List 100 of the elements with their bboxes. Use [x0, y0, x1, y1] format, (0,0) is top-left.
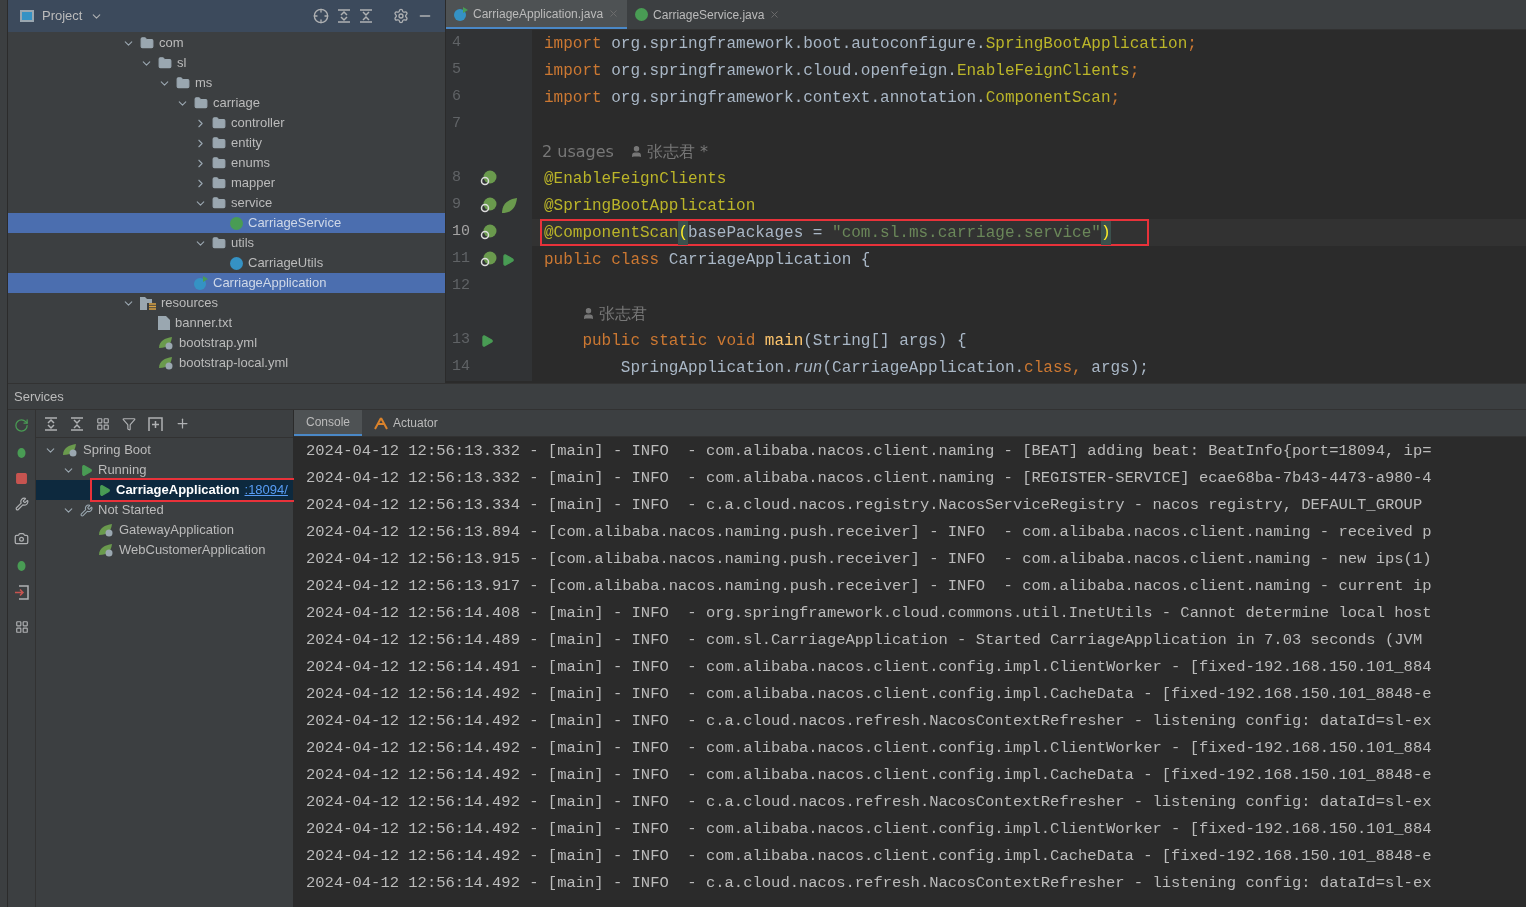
group-icon[interactable] [96, 416, 110, 431]
log-line: 2024-04-12 12:56:14.492 - [main] - INFO - com.alibaba.nacos.client.config.impl.CacheData - [fixed-192.168.150.101_8848-e [306, 765, 1432, 786]
leaf-icon [98, 523, 114, 537]
run-icon [98, 483, 111, 497]
console-tab[interactable]: Actuator [362, 410, 450, 436]
item-label: bootstrap-local.yml [179, 354, 289, 373]
tree-item[interactable]: sl [8, 53, 445, 73]
filter-icon[interactable] [122, 416, 136, 431]
tree-item[interactable]: CarriageApplication [8, 273, 445, 293]
folder-icon [212, 236, 226, 250]
tree-item[interactable]: bootstrap.yml [8, 333, 445, 353]
log-line: 2024-04-12 12:56:14.492 - [main] - INFO - com.alibaba.nacos.client.config.impl.ClientWorker - [fixed-192.168.150.101_884 [306, 819, 1432, 840]
wrench-icon[interactable] [14, 497, 29, 511]
log-line: 2024-04-12 12:56:13.894 - [com.alibaba.nacos.naming.push.receiver] - INFO - com.alibaba.nacos.client.naming - received p [306, 522, 1432, 543]
log-line: 2024-04-12 12:56:14.408 - [main] - INFO - org.springframework.cloud.commons.util.InetUtils - Cannot determine local host [306, 603, 1432, 624]
folder-icon [140, 36, 154, 50]
bean-icon[interactable] [480, 251, 497, 268]
resources-folder-icon [140, 296, 156, 310]
item-label: com [159, 34, 184, 53]
code-line: @SpringBootApplication [543, 195, 757, 217]
tree-item[interactable]: banner.txt [8, 313, 445, 333]
item-label: utils [231, 234, 255, 253]
run-icon[interactable] [480, 333, 494, 348]
panel-title[interactable]: Project [42, 6, 83, 26]
panel-title: Services [14, 387, 64, 406]
line-number: 10 [452, 222, 471, 243]
bean-icon[interactable] [480, 170, 497, 187]
tree-item[interactable]: mapper [8, 173, 445, 193]
layout-icon[interactable] [14, 620, 29, 634]
folder-icon [212, 156, 226, 170]
run-config-node[interactable]: GatewayApplication [98, 520, 240, 540]
item-label: banner.txt [175, 314, 233, 333]
run-config-node[interactable]: Running [62, 460, 153, 480]
bean-icon[interactable] [480, 197, 497, 214]
item-label: ms [195, 74, 213, 93]
port-link[interactable]: :18094/ [244, 480, 288, 500]
tree-item[interactable]: bootstrap-local.yml [8, 353, 445, 373]
tree-item[interactable]: CarriageService [8, 213, 445, 233]
class-icon [230, 256, 243, 270]
author-hint[interactable]: 张志君 [542, 301, 647, 326]
log-line: 2024-04-12 12:56:14.492 - [main] - INFO - c.a.cloud.nacos.refresh.NacosContextRefresher - listening config: dataId=sl-ex [306, 792, 1432, 813]
login-icon[interactable] [14, 585, 29, 600]
rerun-icon[interactable] [14, 418, 29, 433]
item-label: CarriageUtils [248, 254, 324, 273]
tree-item[interactable]: entity [8, 133, 445, 153]
tree-item[interactable]: carriage [8, 93, 445, 113]
collapse-all-icon[interactable] [359, 9, 373, 23]
document-icon [158, 316, 170, 330]
item-label: mapper [231, 174, 276, 193]
folder-icon [158, 56, 172, 70]
collapse-all-icon[interactable] [70, 416, 84, 431]
add-icon[interactable] [175, 416, 190, 431]
folder-icon [212, 116, 226, 130]
log-line: 2024-04-12 12:56:14.489 - [main] - INFO - com.sl.CarriageApplication - Started CarriageApplication in 7.03 seconds (JVM [306, 630, 1423, 651]
run-config-node[interactable]: Not Started [62, 500, 170, 520]
log-line: 2024-04-12 12:56:13.332 - [main] - INFO - com.alibaba.nacos.client.naming - [REGISTER-SERVICE] ecae68ba-7b43-4473-a980-4 [306, 468, 1432, 489]
tree-item[interactable]: service [8, 193, 445, 213]
panel-icon [20, 10, 34, 22]
editor-tab[interactable]: CarriageService.java [627, 0, 789, 29]
close-icon[interactable] [769, 9, 781, 20]
code-line: @EnableFeignClients [543, 168, 728, 190]
run-config-node[interactable]: WebCustomerApplication [98, 540, 272, 560]
bean-icon[interactable] [480, 224, 497, 241]
tree-item[interactable]: resources [8, 293, 445, 313]
tree-item[interactable]: utils [8, 233, 445, 253]
log-line: 2024-04-12 12:56:13.332 - [main] - INFO - com.alibaba.nacos.client.naming - [BEAT] adding beat: BeatInfo{port=18094, ip= [306, 441, 1432, 462]
folder-icon [212, 176, 226, 190]
console-tab[interactable]: Console [294, 410, 363, 436]
new-tab-icon[interactable] [148, 416, 163, 431]
run-icon [80, 463, 93, 477]
expand-all-icon[interactable] [337, 9, 351, 23]
item-label: carriage [213, 94, 260, 113]
log-line: 2024-04-12 12:56:14.492 - [main] - INFO - com.alibaba.nacos.client.config.impl.CacheData - [fixed-192.168.150.101_8848-e [306, 846, 1432, 867]
usages-hint[interactable]: 2 usages [542, 139, 614, 164]
item-label: CarriageApplication [213, 274, 327, 293]
stop-icon[interactable] [15, 472, 28, 485]
log-line: 2024-04-12 12:56:14.492 - [main] - INFO - c.a.cloud.nacos.refresh.NacosContextRefresher - listening config: dataId=sl-ex [306, 873, 1432, 894]
run-config-node[interactable]: Spring Boot [44, 440, 157, 460]
log-line: 2024-04-12 12:56:13.915 - [com.alibaba.nacos.naming.push.receiver] - INFO - com.alibaba.nacos.client.naming - new ips(1) [306, 549, 1432, 570]
code-line: import org.springframework.context.annotation.ComponentScan; [543, 87, 1122, 109]
leaf-icon[interactable] [501, 197, 518, 214]
editor-tab[interactable]: CarriageApplication.java [446, 0, 628, 29]
run-icon[interactable] [501, 252, 515, 267]
settings-icon[interactable] [393, 8, 409, 24]
tree-item[interactable]: ms [8, 73, 445, 93]
log-line: 2024-04-12 12:56:14.492 - [main] - INFO - com.alibaba.nacos.client.config.impl.CacheData - [fixed-192.168.150.101_8848-e [306, 684, 1432, 705]
tree-item[interactable]: com [8, 33, 445, 53]
leaf-icon [98, 543, 114, 557]
leaf-icon [158, 356, 174, 370]
item-label: CarriageService [248, 214, 342, 233]
tree-item[interactable]: enums [8, 153, 445, 173]
expand-all-icon[interactable] [44, 416, 58, 431]
author-hint[interactable]: 张志君 * [629, 139, 708, 164]
tree-item[interactable]: CarriageUtils [8, 253, 445, 273]
tree-item[interactable]: controller [8, 113, 445, 133]
locate-icon[interactable] [313, 8, 329, 24]
camera-icon[interactable] [14, 531, 29, 546]
class-icon [194, 276, 208, 290]
log-line: 2024-04-12 12:56:14.492 - [main] - INFO - c.a.cloud.nacos.refresh.NacosContextRefresher - listening config: dataId=sl-ex [306, 711, 1432, 732]
item-label: resources [161, 294, 219, 313]
